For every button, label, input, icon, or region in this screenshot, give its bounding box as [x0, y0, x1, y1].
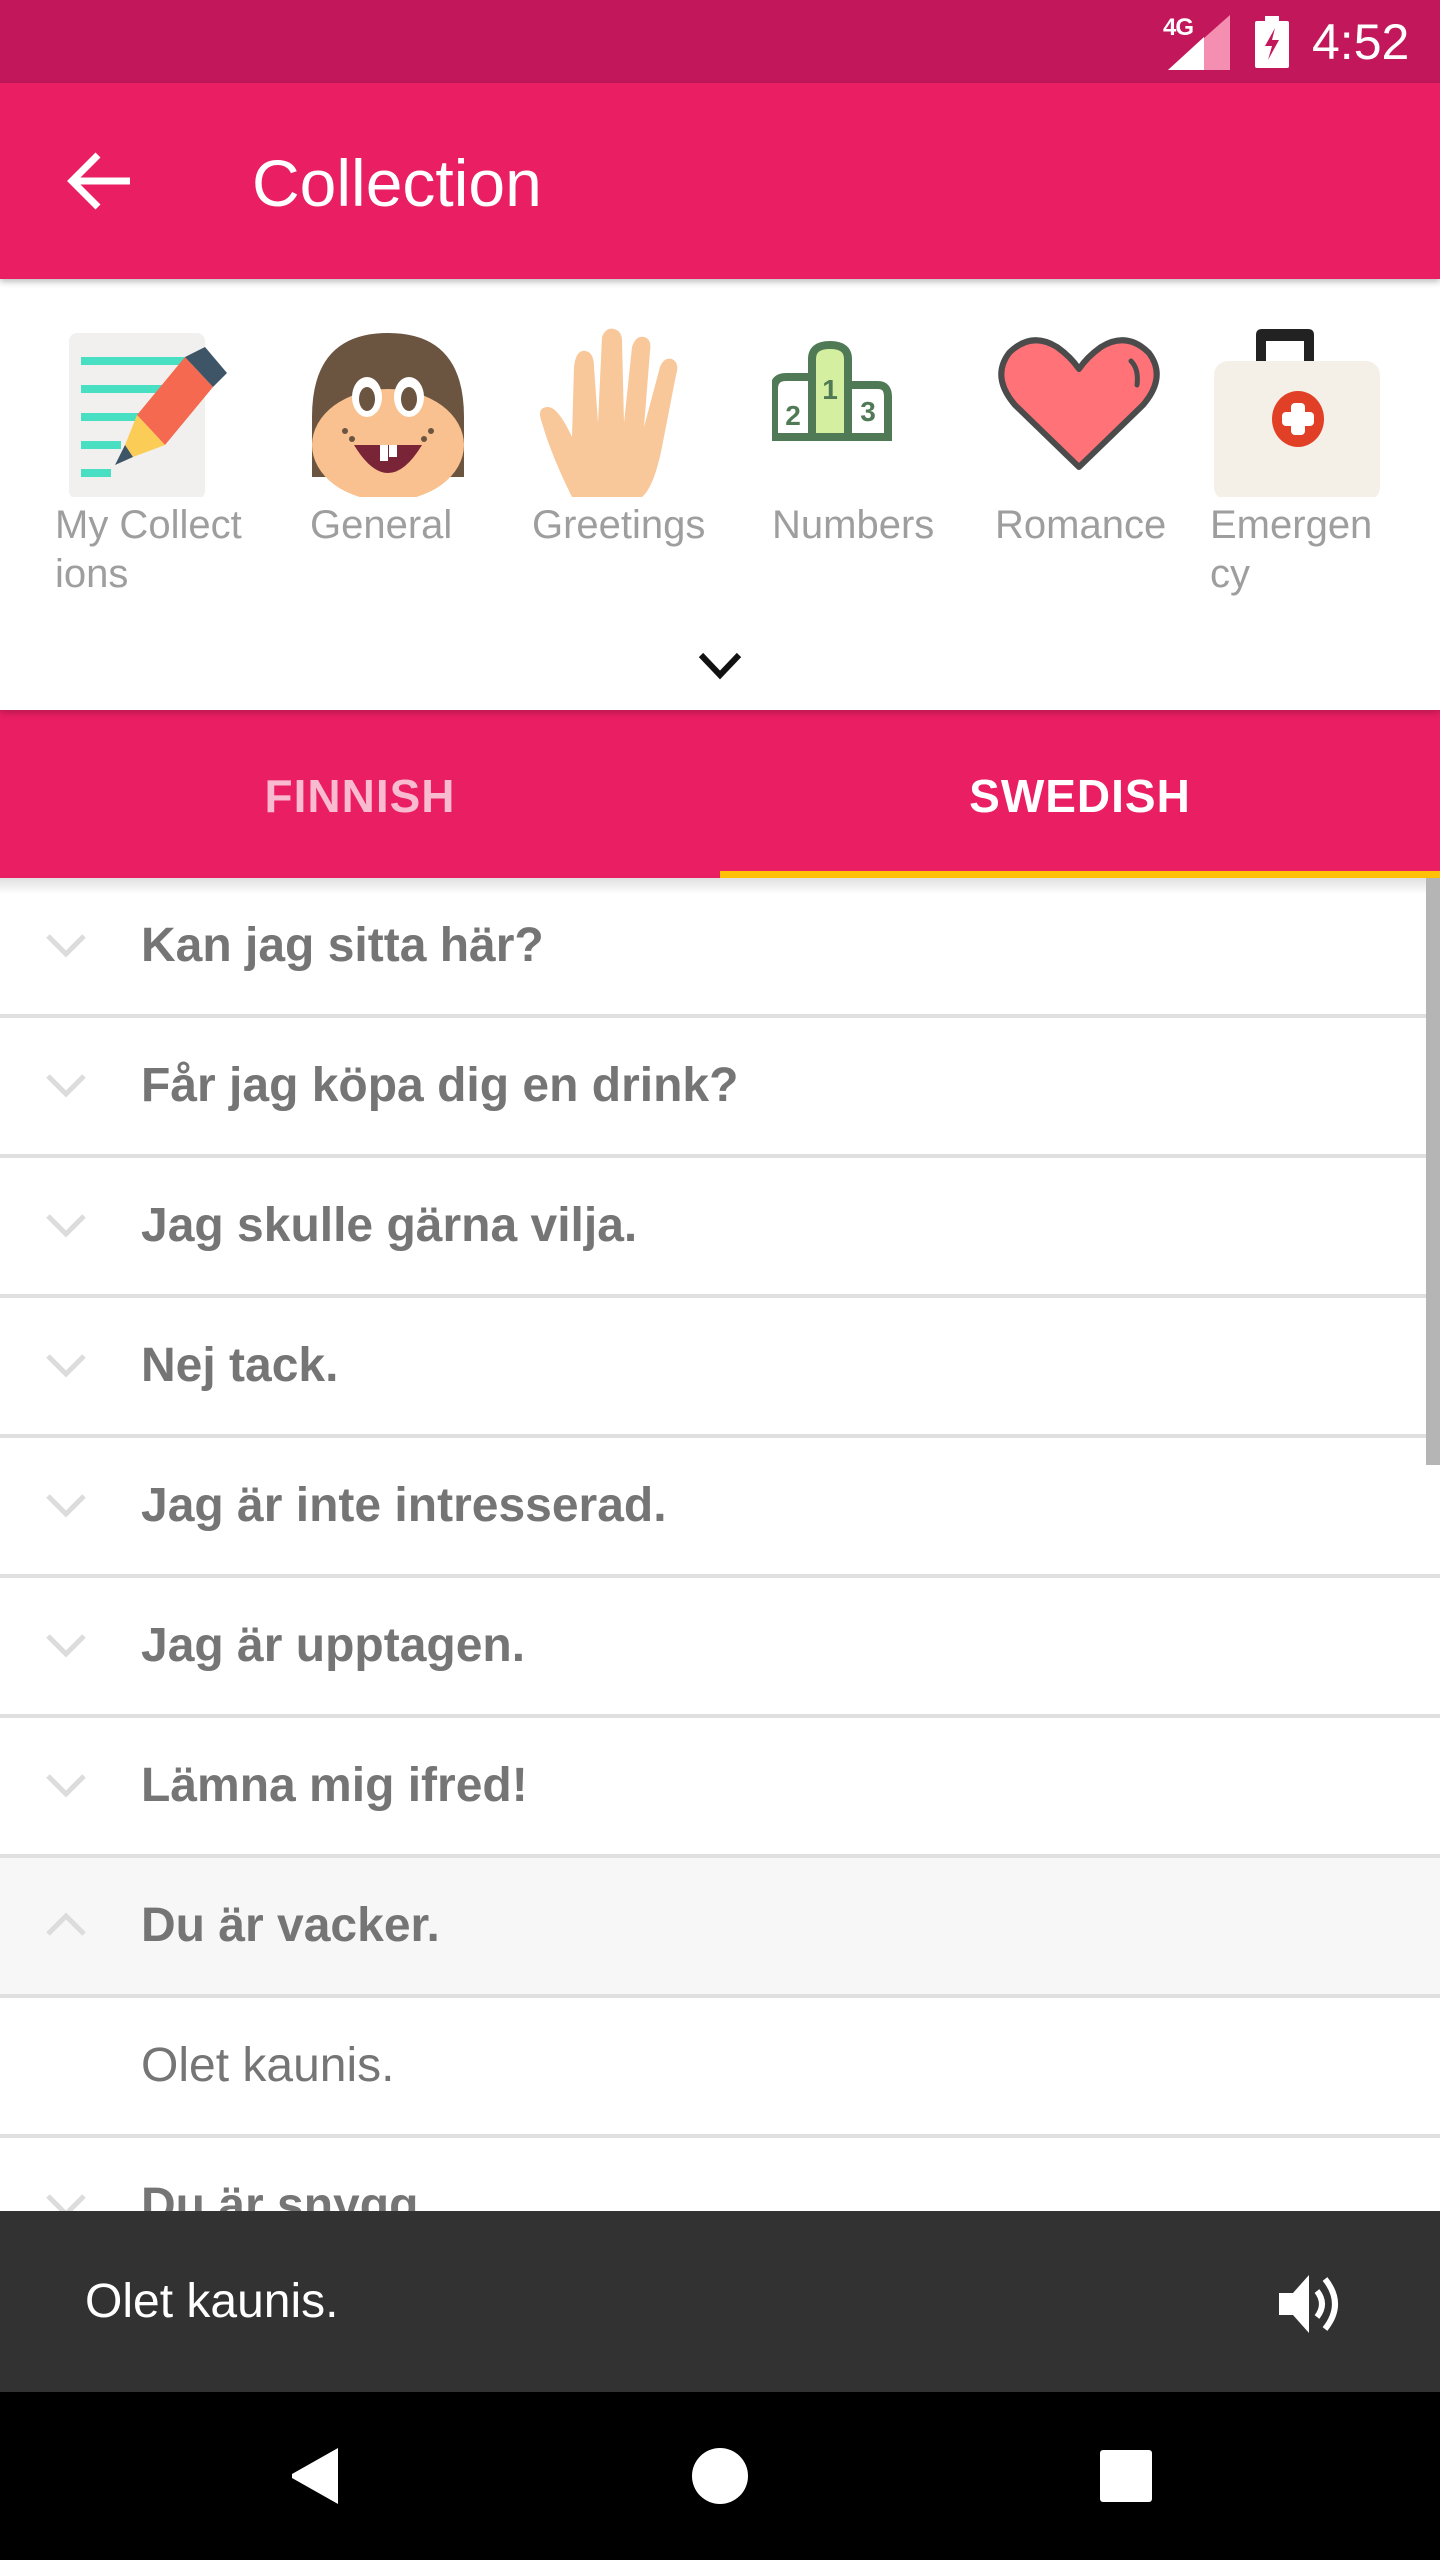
phrase-text: Nej tack. — [141, 1339, 339, 1392]
first-aid-kit-icon — [1214, 329, 1380, 497]
translation-text: Olet kaunis. — [141, 2039, 395, 2092]
chevron-down-icon[interactable] — [695, 647, 745, 687]
phrase-row[interactable]: Får jag köpa dig en drink? — [0, 1018, 1440, 1158]
phrase-row[interactable]: Jag skulle gärna vilja. — [0, 1158, 1440, 1298]
phrase-row[interactable]: Jag är upptagen. — [0, 1578, 1440, 1718]
translation-row[interactable]: Olet kaunis. — [0, 1998, 1440, 2138]
chevron-down-icon — [46, 2194, 86, 2211]
category-strip: My Collect ions General Greetings 2 1 3 … — [0, 279, 1440, 710]
chevron-down-icon — [46, 1214, 86, 1238]
tab-swedish[interactable]: SWEDISH — [720, 710, 1440, 878]
list-scrollbar[interactable] — [1426, 878, 1440, 1465]
clock: 4:52 — [1312, 14, 1410, 70]
notes-pencil-icon — [69, 333, 227, 497]
battery-charging-icon — [1255, 16, 1289, 68]
chevron-down-icon — [46, 1634, 86, 1658]
phrase-text: Kan jag sitta här? — [141, 919, 544, 972]
home-circle-icon[interactable] — [688, 2444, 752, 2508]
waving-hand-icon — [540, 328, 678, 497]
phrase-row[interactable]: Du är snygg. — [0, 2138, 1440, 2211]
phrase-text: Lämna mig ifred! — [141, 1759, 528, 1812]
snackbar: Olet kaunis. — [0, 2211, 1440, 2392]
category-label: Romance — [995, 503, 1167, 547]
phrase-list: Kan jag sitta här? Får jag köpa dig en d… — [0, 878, 1440, 2211]
arrow-back-icon[interactable] — [60, 141, 140, 221]
chevron-down-icon — [46, 1774, 86, 1798]
phrase-row[interactable]: Kan jag sitta här? — [0, 878, 1440, 1018]
system-nav-bar — [0, 2392, 1440, 2560]
svg-text:2: 2 — [785, 400, 801, 431]
speaker-icon[interactable] — [1275, 2271, 1345, 2337]
chevron-up-icon — [46, 1912, 86, 1936]
tab-indicator — [720, 871, 1440, 878]
chevron-down-icon — [46, 1354, 86, 1378]
phrase-row-expanded[interactable]: Du är vacker. — [0, 1858, 1440, 1998]
category-label: My Collect ions — [55, 503, 242, 596]
svg-text:1: 1 — [822, 374, 838, 405]
page-title: Collection — [252, 146, 542, 220]
recents-square-icon[interactable] — [1094, 2444, 1158, 2508]
chevron-down-icon — [46, 1494, 86, 1518]
tab-finnish[interactable]: FINNISH — [0, 710, 720, 878]
phrase-text: Jag skulle gärna vilja. — [141, 1199, 638, 1252]
status-bar: 4G 4:52 — [0, 0, 1440, 83]
svg-text:3: 3 — [860, 396, 876, 427]
snackbar-message: Olet kaunis. — [85, 2275, 339, 2328]
category-label: General — [310, 503, 453, 547]
app-bar: Collection — [0, 83, 1440, 279]
phrase-text: Jag är upptagen. — [141, 1619, 526, 1672]
category-label: Numbers — [772, 503, 935, 547]
smiling-face-icon — [312, 333, 464, 497]
category-label: Greetings — [532, 503, 706, 547]
podium-icon: 2 1 3 — [772, 340, 892, 441]
heart-icon — [998, 337, 1160, 470]
language-tabs: FINNISH SWEDISH — [0, 710, 1440, 878]
signal-icon — [1168, 15, 1230, 70]
phrase-row[interactable]: Nej tack. — [0, 1298, 1440, 1438]
phrase-text: Jag är inte intresserad. — [141, 1479, 667, 1532]
phrase-text: Du är vacker. — [141, 1899, 440, 1952]
category-label: Emergen cy — [1210, 503, 1373, 596]
phrase-row[interactable]: Lämna mig ifred! — [0, 1718, 1440, 1858]
phrase-text: Du är snygg. — [141, 2179, 432, 2211]
chevron-down-icon — [46, 934, 86, 958]
phrase-text: Får jag köpa dig en drink? — [141, 1059, 739, 1112]
chevron-down-icon — [46, 1074, 86, 1098]
back-triangle-icon[interactable] — [284, 2444, 348, 2508]
phrase-row[interactable]: Jag är inte intresserad. — [0, 1438, 1440, 1578]
